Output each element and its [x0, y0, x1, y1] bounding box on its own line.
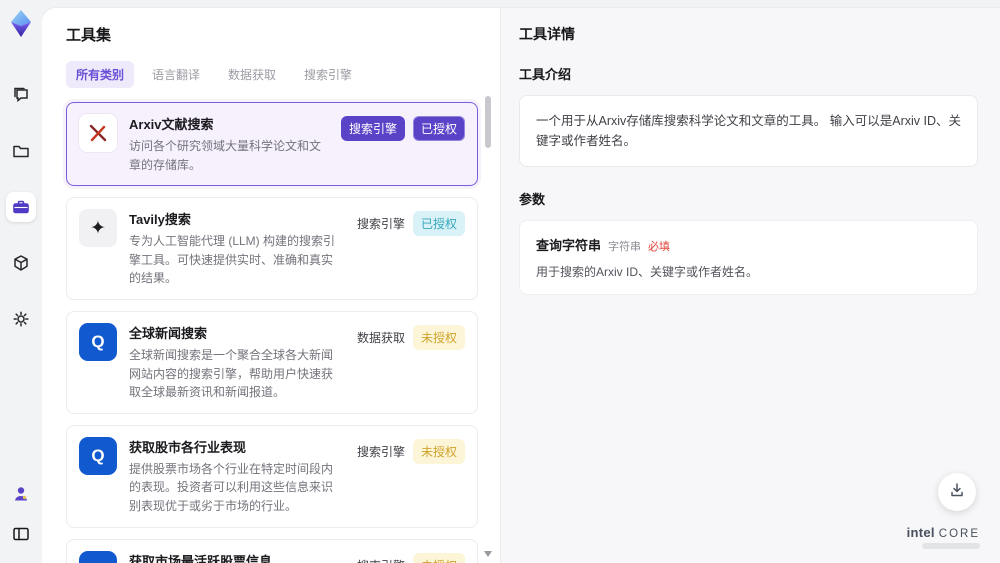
param-type: 字符串: [608, 241, 642, 253]
chat-icon: [11, 85, 31, 105]
app-logo[interactable]: [6, 8, 36, 38]
tool-title: 获取股市各行业表现: [129, 439, 247, 455]
tool-title: Tavily搜索: [129, 212, 191, 228]
sidebar-item-settings[interactable]: [6, 304, 36, 334]
panel-toggle-icon: [11, 524, 31, 544]
tool-card-list: Arxiv文献搜索 访问各个研究领域大量科学论文和文章的存储库。 搜索引擎 已授…: [66, 102, 478, 563]
scrollbar-thumb[interactable]: [485, 96, 491, 148]
tool-description: 访问各个研究领域大量科学论文和文章的存储库。: [129, 139, 322, 172]
category-tabs: 所有类别 语言翻译 数据获取 搜索引擎: [66, 61, 478, 88]
download-icon: [948, 481, 966, 504]
category-badge: 搜索引擎: [340, 116, 405, 141]
arxiv-logo-icon: [79, 114, 117, 152]
tab-search-engine[interactable]: 搜索引擎: [294, 61, 362, 88]
intel-core-logo: intel CORE: [907, 525, 980, 549]
page-title: 工具集: [66, 27, 112, 44]
tool-card-global-news[interactable]: Q 全球新闻搜索 全球新闻搜索是一个聚合全球各大新闻网站内容的搜索引擎，帮助用户…: [66, 310, 478, 414]
tab-translation[interactable]: 语言翻译: [142, 61, 210, 88]
tool-title: 获取市场最活跃股票信息: [129, 553, 273, 563]
tool-intro-text: 一个用于从Arxiv存储库搜索科学论文和文章的工具。 输入可以是Arxiv ID…: [519, 95, 978, 167]
blue-q-logo-icon: Q: [79, 436, 117, 475]
param-name: 查询字符串: [536, 238, 602, 253]
status-badge: 已授权: [412, 211, 465, 237]
folder-icon: [11, 141, 31, 161]
status-badge: 未授权: [412, 552, 465, 563]
tool-list-pane: 工具集 所有类别 语言翻译 数据获取 搜索引擎 Arxiv文献搜索 访问各个研究…: [42, 8, 500, 563]
tool-description: 提供股票市场各个行业在特定时间段内的表现。投资者可以利用这些信息来识别表现优于或…: [129, 461, 334, 513]
tool-title: 全球新闻搜索: [129, 325, 208, 341]
sidebar-toggle[interactable]: [6, 519, 36, 549]
category-label: 数据获取: [356, 330, 405, 345]
tool-description: 全球新闻搜索是一个聚合全球各大新闻网站内容的搜索引擎，帮助用户快速获取全球最新资…: [129, 347, 334, 400]
category-label: 搜索引擎: [357, 557, 405, 563]
tool-title: Arxiv文献搜索: [129, 117, 214, 132]
tool-description: 专为人工智能代理 (LLM) 构建的搜索引擎工具。可快速提供实时、准确和真实的结…: [129, 234, 336, 286]
main-panel: 工具集 所有类别 语言翻译 数据获取 搜索引擎 Arxiv文献搜索 访问各个研究…: [42, 8, 1000, 563]
intel-wordmark: intel: [906, 525, 935, 540]
toolbox-icon: [11, 197, 31, 217]
category-label: 搜索引擎: [356, 217, 405, 232]
blue-q-logo-icon: Q: [79, 322, 117, 361]
status-badge: 未授权: [412, 324, 465, 350]
tool-detail-pane: 工具详情 工具介绍 一个用于从Arxiv存储库搜索科学论文和文章的工具。 输入可…: [500, 8, 1000, 563]
blue-q-logo-icon: Q: [79, 550, 117, 563]
intel-sub-line: [922, 543, 980, 549]
param-description: 用于搜索的Arxiv ID、关键字或作者姓名。: [536, 265, 759, 279]
sidebar-item-chat[interactable]: [6, 80, 36, 110]
sidebar-item-tools[interactable]: [6, 192, 36, 222]
tool-card-most-active-stocks[interactable]: Q 获取市场最活跃股票信息 提供当天交易量最高的股票列表，投资者可以利用这些信息…: [66, 538, 478, 563]
user-icon: [11, 484, 31, 504]
tool-card-tavily[interactable]: ✦ Tavily搜索 专为人工智能代理 (LLM) 构建的搜索引擎工具。可快速提…: [66, 197, 478, 300]
scrollbar-down-arrow[interactable]: [484, 551, 492, 557]
core-wordmark: CORE: [938, 528, 980, 540]
status-badge: 未授权: [412, 438, 465, 464]
params-heading: 参数: [519, 192, 546, 207]
param-card: 查询字符串 字符串 必填 用于搜索的Arxiv ID、关键字或作者姓名。: [519, 220, 978, 295]
tab-data-fetch[interactable]: 数据获取: [218, 61, 286, 88]
sidebar-item-packages[interactable]: [6, 248, 36, 278]
tab-all-categories[interactable]: 所有类别: [66, 61, 135, 88]
sidebar-item-files[interactable]: [6, 136, 36, 166]
status-badge: 已授权: [412, 116, 465, 141]
tavily-star-icon: ✦: [79, 209, 117, 248]
intro-heading: 工具介绍: [519, 67, 572, 82]
download-button[interactable]: [938, 473, 976, 511]
list-scrollbar[interactable]: [484, 92, 492, 557]
tool-card-arxiv[interactable]: Arxiv文献搜索 访问各个研究领域大量科学论文和文章的存储库。 搜索引擎 已授…: [66, 102, 478, 187]
package-icon: [11, 253, 31, 273]
category-label: 搜索引擎: [356, 444, 405, 459]
left-rail: [0, 0, 42, 563]
tool-card-sector-performance[interactable]: Q 获取股市各行业表现 提供股票市场各个行业在特定时间段内的表现。投资者可以利用…: [66, 424, 478, 528]
detail-title: 工具详情: [519, 26, 575, 42]
sidebar-item-account[interactable]: [6, 479, 36, 509]
gear-icon: [11, 309, 31, 329]
param-required-badge: 必填: [648, 241, 671, 253]
